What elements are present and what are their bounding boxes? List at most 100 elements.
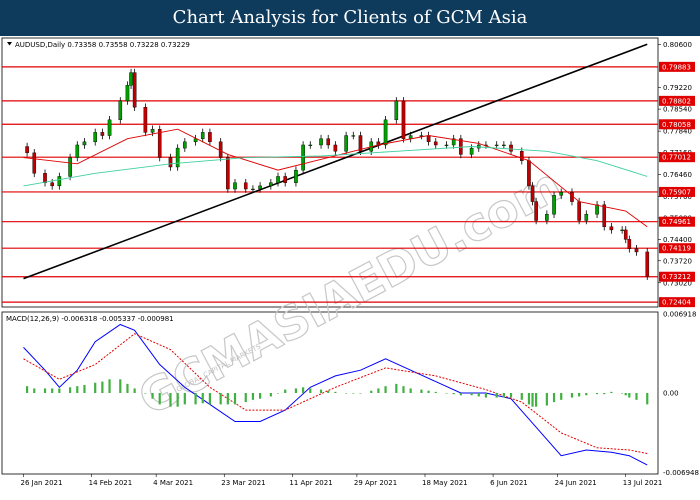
macd-histogram-bar [108,379,111,393]
macd-histogram-bar [484,393,488,398]
macd-histogram-bar [585,393,588,396]
macd-histogram-bar [578,393,581,397]
candle-body [226,157,230,190]
macd-histogram-bar [94,382,97,393]
macd-histogram-bar [377,388,380,393]
x-tick-label: 6 Jun 2021 [490,479,528,487]
macd-histogram-bar [459,393,462,396]
macd-histogram-bar [545,393,548,406]
candle-body [509,144,513,152]
macd-histogram-bar [628,393,631,398]
macd-histogram-bar [452,393,455,395]
page-title: Chart Analysis for Clients of GCM Asia [0,0,700,36]
candle-body [444,144,449,146]
x-tick-label: 24 Jun 2021 [555,479,597,487]
macd-histogram-bar [208,393,212,405]
x-tick-label: 18 May 2021 [422,479,468,487]
macd-histogram-bar [194,393,197,405]
candle-body [394,100,399,121]
level-label: 0.78802 [662,97,691,105]
candle-body [645,251,650,277]
macd-histogram-bar [233,393,237,405]
macd-histogram-bar [520,393,523,400]
macd-y-tick-label: 0.00 [663,390,679,398]
candle-body [634,248,639,253]
candle-body [43,173,47,183]
price-y-tick-label: 0.76460 [663,171,692,179]
candle-body [132,72,137,108]
candle-body [125,84,130,102]
macd-histogram-bar [345,393,348,394]
price-y-tick-label: 0.74400 [663,236,692,244]
candle-body [75,144,80,158]
macd-header: MACD(12,26,9) -0.006318 -0.005337 -0.000… [6,315,174,323]
candle-body [620,229,624,231]
macd-histogram-bar [251,393,255,400]
macd-histogram-bar [395,383,398,393]
candle-body [408,135,413,139]
x-tick-label: 23 Mar 2021 [221,479,265,487]
macd-histogram-bar [470,393,473,396]
candle-body [32,152,37,174]
level-label: 0.75907 [662,188,691,196]
candle-body [308,144,313,146]
macd-histogram-bar [201,393,204,404]
candle-body [269,182,273,187]
macd-histogram-bar [427,390,430,393]
macd-histogram-bar [226,393,229,405]
macd-histogram-bar [219,393,222,405]
macd-histogram-bar [384,386,387,393]
candle-body [333,144,338,152]
candle-body [627,239,632,249]
price-y-tick-label: 0.73720 [663,257,692,265]
price-header: AUDUSD,Daily 0.73358 0.73558 0.73228 0.7… [15,41,190,49]
candle-body [68,157,72,177]
macd-histogram-bar [83,385,86,393]
macd-histogram-bar [509,393,513,398]
candle-body [527,160,531,187]
macd-y-tick-label: -0.006948 [663,469,699,477]
macd-histogram-bar [527,393,531,405]
macd-histogram-bar [635,393,638,400]
candle-body [584,213,589,221]
macd-histogram-bar [101,381,104,393]
candle-body [251,188,255,191]
level-label: 0.77012 [662,154,691,162]
level-label: 0.74119 [662,245,691,253]
candle-body [609,226,614,231]
candle-body [118,100,123,121]
candle-body [326,138,331,146]
macd-histogram-bar [334,391,337,393]
macd-histogram-bar [126,383,129,393]
candle-body [243,182,248,190]
candle-body [344,135,348,152]
macd-histogram-bar [69,387,72,393]
candle-body [100,132,105,136]
macd-histogram-bar [352,393,355,394]
macd-histogram-bar [552,393,556,403]
candle-body [143,107,148,133]
macd-histogram-bar [151,393,154,399]
candle-body [82,141,87,146]
macd-histogram-bar [646,393,649,405]
candle-body [433,141,438,146]
candle-body [595,204,599,215]
macd-histogram-bar [445,393,448,394]
candle-body [319,138,323,146]
x-tick-label: 26 Jan 2021 [21,479,63,487]
x-tick-label: 29 Apr 2021 [354,479,397,487]
candle-body [183,141,187,149]
candle-body [157,129,162,158]
candle-body [383,119,388,146]
macd-histogram-bar [51,388,54,393]
candle-body [577,201,581,221]
x-tick-label: 11 Apr 2021 [289,479,332,487]
macd-histogram-bar [176,393,179,407]
x-tick-label: 14 Feb 2021 [89,479,133,487]
level-label: 0.78058 [662,121,691,129]
candle-body [168,157,173,168]
candle-body [469,147,474,155]
macd-histogram-bar [327,390,330,393]
macd-histogram-bar [477,393,480,397]
macd-histogram-bar [43,388,47,393]
